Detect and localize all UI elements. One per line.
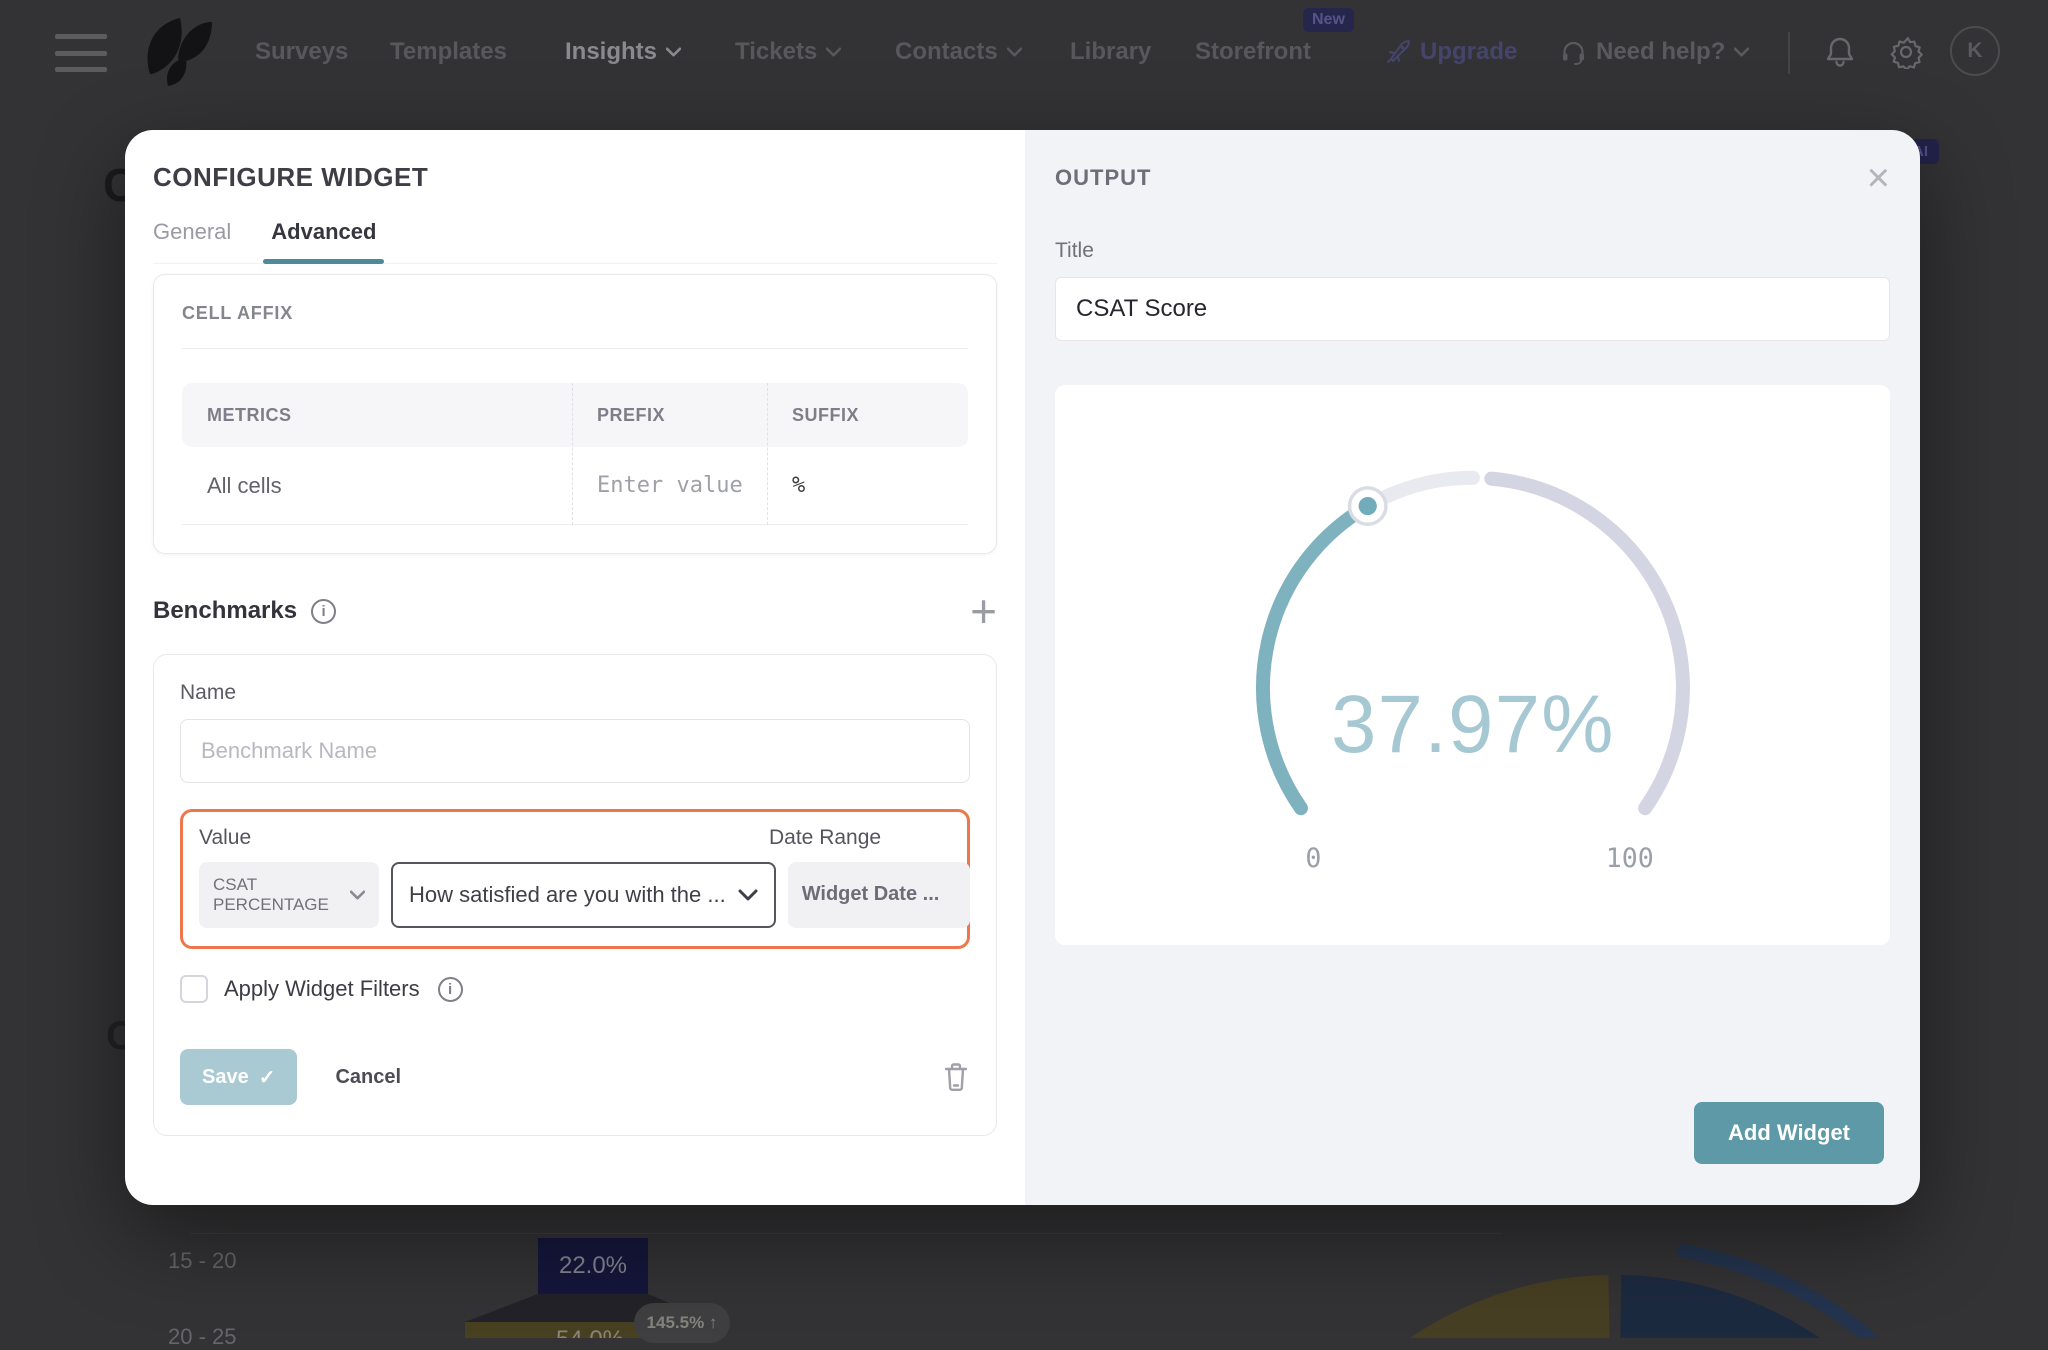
save-button[interactable]: Save ✓	[180, 1049, 297, 1105]
nav-surveys[interactable]: Surveys	[255, 38, 348, 66]
nav-templates[interactable]: Templates	[390, 38, 507, 66]
chevron-down-icon	[1734, 47, 1749, 57]
add-benchmark-button[interactable]: +	[970, 596, 997, 626]
table-row: All cells	[182, 447, 968, 525]
notifications-button[interactable]	[1818, 30, 1862, 74]
background-chart-divider	[190, 1233, 1502, 1234]
prefix-input[interactable]	[597, 473, 750, 498]
hamburger-menu-icon[interactable]	[55, 34, 107, 72]
suffix-input[interactable]	[792, 473, 950, 498]
gauge-knob-dot	[1358, 497, 1376, 515]
settings-button[interactable]	[1884, 30, 1928, 74]
gauge-chart: 37.97% 0 100	[1193, 447, 1753, 895]
gauge-preview-card: 37.97% 0 100	[1055, 385, 1890, 945]
value-label: Value	[199, 826, 379, 850]
funnel-row-label: 20 - 25	[168, 1324, 237, 1350]
date-range-label: Date Range	[769, 826, 951, 850]
funnel-delta-badge: 145.5% ↑	[634, 1303, 730, 1343]
name-label: Name	[180, 681, 970, 705]
benchmarks-header: Benchmarks i +	[153, 596, 997, 626]
metric-dropdown[interactable]: CSAT PERCENTAGE	[199, 862, 379, 928]
benchmark-card: Name Value Date Range CSAT PERCENTAGE Ho…	[153, 654, 997, 1136]
output-panel: OUTPUT × Title 37.97% 0 100 Add Widget	[1025, 130, 1920, 1205]
background-donut-chart	[1330, 1240, 1970, 1338]
cell-affix-card: CELL AFFIX METRICS PREFIX SUFFIX All cel…	[153, 274, 997, 554]
info-icon[interactable]: i	[438, 977, 463, 1002]
info-icon[interactable]: i	[311, 599, 336, 624]
chevron-down-icon	[738, 889, 758, 901]
cell-affix-title: CELL AFFIX	[182, 303, 968, 324]
metric-cell: All cells	[182, 473, 572, 499]
chevron-down-icon	[350, 890, 365, 900]
apply-widget-filters-checkbox[interactable]	[180, 975, 208, 1003]
tab-advanced[interactable]: Advanced	[271, 219, 376, 263]
close-icon[interactable]: ×	[1867, 165, 1890, 191]
nav-contacts[interactable]: Contacts	[895, 38, 1022, 66]
column-divider	[572, 383, 573, 525]
cancel-button[interactable]: Cancel	[335, 1066, 401, 1089]
benchmark-name-input[interactable]	[180, 719, 970, 783]
nav-insights[interactable]: Insights	[565, 38, 681, 66]
title-label: Title	[1055, 239, 1890, 263]
funnel-row-label: 15 - 20	[168, 1248, 237, 1274]
configure-widget-modal: CONFIGURE WIDGET General Advanced CELL A…	[125, 130, 1920, 1205]
apply-widget-filters-label: Apply Widget Filters	[224, 976, 420, 1002]
column-header-metrics: METRICS	[182, 405, 572, 426]
modal-title: CONFIGURE WIDGET	[153, 162, 997, 193]
widget-title-input[interactable]	[1055, 277, 1890, 341]
date-range-dropdown[interactable]: Widget Date ...	[788, 862, 970, 928]
app-root: { "nav": { "items": [ {"label": "Surveys…	[0, 0, 2048, 1338]
tab-general[interactable]: General	[153, 219, 231, 263]
apply-widget-filters-row: Apply Widget Filters i	[180, 975, 970, 1003]
gear-icon	[1889, 35, 1923, 69]
divider	[182, 348, 968, 349]
rocket-icon	[1385, 39, 1411, 65]
benchmark-actions: Save ✓ Cancel	[180, 1049, 970, 1109]
table-header-row: METRICS PREFIX SUFFIX	[182, 383, 968, 447]
check-icon: ✓	[259, 1065, 276, 1090]
app-logo-leaf-icon[interactable]	[120, 12, 216, 92]
gauge-max-label: 100	[1605, 843, 1653, 874]
headset-icon	[1560, 39, 1587, 66]
nav-library[interactable]: Library	[1070, 38, 1151, 66]
modal-tabs: General Advanced	[153, 219, 997, 264]
gauge-value-text: 37.97%	[1331, 680, 1615, 770]
user-avatar[interactable]: K	[1950, 26, 2000, 76]
storefront-new-badge: New	[1303, 8, 1354, 32]
delete-benchmark-button[interactable]	[942, 1061, 970, 1093]
nav-storefront[interactable]: Storefront	[1195, 38, 1311, 66]
upgrade-button[interactable]: Upgrade	[1385, 38, 1517, 66]
add-widget-button[interactable]: Add Widget	[1694, 1102, 1884, 1164]
chevron-down-icon	[1007, 47, 1022, 57]
configure-panel: CONFIGURE WIDGET General Advanced CELL A…	[125, 130, 1025, 1205]
nav-divider	[1788, 32, 1790, 74]
trash-icon	[942, 1061, 970, 1093]
bell-icon	[1824, 35, 1856, 69]
gauge-min-label: 0	[1305, 843, 1321, 874]
chevron-down-icon	[826, 47, 841, 57]
column-header-prefix: PREFIX	[572, 405, 767, 426]
nav-tickets[interactable]: Tickets	[735, 38, 841, 66]
need-help-menu[interactable]: Need help?	[1560, 38, 1749, 66]
benchmark-value-group-highlighted: Value Date Range CSAT PERCENTAGE How sat…	[180, 809, 970, 949]
question-dropdown[interactable]: How satisfied are you with the ...	[391, 862, 776, 928]
column-divider	[767, 383, 768, 525]
benchmarks-title: Benchmarks	[153, 597, 297, 625]
funnel-bar: 22.0%	[538, 1238, 648, 1294]
column-header-suffix: SUFFIX	[767, 405, 968, 426]
output-heading: OUTPUT	[1055, 165, 1151, 191]
chevron-down-icon	[666, 47, 681, 57]
cell-affix-table: METRICS PREFIX SUFFIX All cells	[182, 383, 968, 525]
